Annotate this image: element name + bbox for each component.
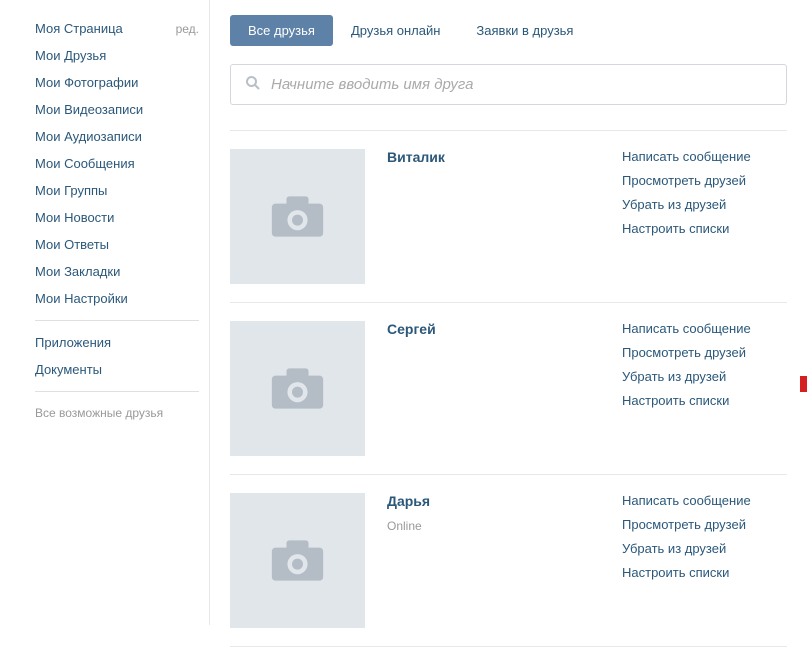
action-write-message[interactable]: Написать сообщение <box>622 493 787 508</box>
sidebar-item-audio[interactable]: Мои Аудиозаписи <box>35 123 199 150</box>
friend-actions: Написать сообщение Просмотреть друзей Уб… <box>622 321 787 456</box>
sidebar-item-photos[interactable]: Мои Фотографии <box>35 69 199 96</box>
action-remove-friend[interactable]: Убрать из друзей <box>622 197 787 212</box>
search-icon <box>245 75 261 94</box>
friend-row: Сергей Написать сообщение Просмотреть др… <box>230 302 787 474</box>
arrow-icon <box>800 368 807 403</box>
tab-online-friends[interactable]: Друзья онлайн <box>333 15 458 46</box>
action-write-message[interactable]: Написать сообщение <box>622 149 787 164</box>
avatar[interactable] <box>230 321 365 456</box>
divider <box>35 391 199 392</box>
sidebar-item-possible-friends[interactable]: Все возможные друзья <box>35 400 199 426</box>
search-box[interactable] <box>230 64 787 105</box>
avatar[interactable] <box>230 493 365 628</box>
sidebar-item-my-page[interactable]: Моя Страница ред. <box>35 15 199 42</box>
action-write-message[interactable]: Написать сообщение <box>622 321 787 336</box>
friend-name[interactable]: Виталик <box>387 149 622 165</box>
sidebar-item-answers[interactable]: Мои Ответы <box>35 231 199 258</box>
sidebar-item-messages[interactable]: Мои Сообщения <box>35 150 199 177</box>
online-status: Online <box>387 519 622 533</box>
sidebar-item-apps[interactable]: Приложения <box>35 329 199 356</box>
action-configure-lists[interactable]: Настроить списки <box>622 393 787 408</box>
tabs: Все друзья Друзья онлайн Заявки в друзья <box>230 15 787 46</box>
action-remove-friend[interactable]: Убрать из друзей <box>622 541 787 556</box>
search-input[interactable] <box>271 76 772 93</box>
friend-actions: Написать сообщение Просмотреть друзей Уб… <box>622 493 787 628</box>
friend-info: Виталик <box>387 149 622 284</box>
sidebar: Моя Страница ред. Мои Друзья Мои Фотогра… <box>0 0 210 625</box>
main-content: Все друзья Друзья онлайн Заявки в друзья… <box>210 0 807 662</box>
camera-icon <box>270 538 325 583</box>
camera-icon <box>270 366 325 411</box>
action-configure-lists[interactable]: Настроить списки <box>622 565 787 580</box>
sidebar-item-friends[interactable]: Мои Друзья <box>35 42 199 69</box>
sidebar-item-label: Моя Страница <box>35 21 123 36</box>
friend-info: Дарья Online <box>387 493 622 628</box>
action-view-friends[interactable]: Просмотреть друзей <box>622 517 787 532</box>
sidebar-item-news[interactable]: Мои Новости <box>35 204 199 231</box>
camera-icon <box>270 194 325 239</box>
action-configure-lists[interactable]: Настроить списки <box>622 221 787 236</box>
edit-link[interactable]: ред. <box>176 22 199 36</box>
sidebar-item-documents[interactable]: Документы <box>35 356 199 383</box>
action-remove-friend[interactable]: Убрать из друзей <box>622 369 787 384</box>
sidebar-item-bookmarks[interactable]: Мои Закладки <box>35 258 199 285</box>
tab-friend-requests[interactable]: Заявки в друзья <box>458 15 591 46</box>
divider <box>35 320 199 321</box>
tab-all-friends[interactable]: Все друзья <box>230 15 333 46</box>
friend-name[interactable]: Дарья <box>387 493 622 509</box>
friend-row: Виталик Написать сообщение Просмотреть д… <box>230 130 787 302</box>
sidebar-item-groups[interactable]: Мои Группы <box>35 177 199 204</box>
sidebar-item-videos[interactable]: Мои Видеозаписи <box>35 96 199 123</box>
friend-name[interactable]: Сергей <box>387 321 622 337</box>
friend-row: Дарья Online Написать сообщение Просмотр… <box>230 474 787 647</box>
sidebar-item-settings[interactable]: Мои Настройки <box>35 285 199 312</box>
avatar[interactable] <box>230 149 365 284</box>
action-view-friends[interactable]: Просмотреть друзей <box>622 173 787 188</box>
friend-actions: Написать сообщение Просмотреть друзей Уб… <box>622 149 787 284</box>
action-view-friends[interactable]: Просмотреть друзей <box>622 345 787 360</box>
friend-info: Сергей <box>387 321 622 456</box>
